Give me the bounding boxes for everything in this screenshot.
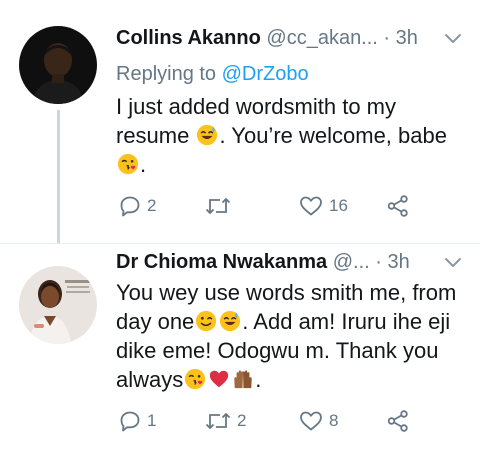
avatar[interactable]: [19, 26, 97, 104]
tweet-header: Collins Akanno @cc_akan... · 3h: [116, 24, 464, 52]
kissing-heart-emoji: [117, 153, 139, 175]
like-count: 16: [329, 196, 348, 215]
tweet-collins[interactable]: Collins Akanno @cc_akan... · 3h Replying…: [0, 0, 480, 244]
reply-icon: [120, 196, 140, 217]
chevron-down-icon[interactable]: [442, 28, 464, 48]
avatar-collins-image: [19, 26, 97, 104]
retweet-icon: [205, 413, 231, 429]
replying-to-prefix: Replying to: [116, 63, 222, 85]
timestamp[interactable]: 3h: [396, 27, 418, 49]
tweet-header: Dr Chioma Nwakanma @... · 3h: [116, 248, 464, 276]
like-icon: [300, 411, 322, 431]
author-handle[interactable]: @cc_akan...: [266, 27, 377, 49]
kissing-heart-emoji: [184, 368, 206, 390]
share-icon: [387, 195, 408, 217]
author-handle[interactable]: @...: [333, 251, 370, 273]
retweet-button[interactable]: 2: [204, 407, 246, 435]
share-button[interactable]: [386, 192, 410, 220]
like-icon: [300, 196, 322, 216]
tweet-text: You wey use words smith me, from day one…: [116, 278, 466, 394]
reply-count: 1: [147, 411, 157, 430]
chevron-down-icon[interactable]: [442, 252, 464, 272]
sweat-smile-emoji: [219, 310, 241, 332]
separator: ·: [375, 251, 382, 273]
separator: ·: [383, 27, 391, 49]
reply-icon: [120, 411, 140, 432]
like-button[interactable]: 16: [298, 192, 348, 220]
tweet-text-part: .: [140, 152, 147, 177]
tweet-actions: 2 16: [116, 192, 456, 220]
thread-line: [57, 110, 60, 244]
avatar[interactable]: [19, 266, 97, 344]
tweet-text-part: .: [255, 367, 262, 392]
winking-face-emoji: [195, 310, 217, 332]
retweet-count: 2: [237, 411, 247, 430]
reply-button[interactable]: 1: [118, 407, 156, 435]
raising-hands-emoji: [232, 368, 254, 390]
tweet-chioma[interactable]: Dr Chioma Nwakanma @... · 3h You wey use…: [0, 244, 480, 454]
tweet-actions: 1 2 8: [116, 407, 456, 435]
red-heart-emoji: [208, 368, 230, 390]
like-count: 8: [329, 411, 339, 430]
like-button[interactable]: 8: [298, 407, 338, 435]
author-name[interactable]: Dr Chioma Nwakanma: [116, 251, 327, 273]
tweet-text: I just added wordsmith to my resume . Yo…: [116, 92, 466, 179]
reply-count: 2: [147, 196, 157, 215]
share-icon: [387, 410, 408, 432]
replying-to: Replying to @DrZobo: [116, 60, 309, 88]
sweat-smile-emoji: [196, 124, 218, 146]
timestamp[interactable]: 3h: [388, 251, 410, 273]
author-name[interactable]: Collins Akanno: [116, 27, 261, 49]
mention-link[interactable]: @DrZobo: [222, 63, 309, 85]
tweet-text-part: . You’re welcome, babe: [219, 123, 447, 148]
avatar-chioma-image: [19, 266, 97, 344]
retweet-icon: [205, 198, 231, 214]
retweet-button[interactable]: [204, 192, 237, 220]
share-button[interactable]: [386, 407, 410, 435]
reply-button[interactable]: 2: [118, 192, 156, 220]
